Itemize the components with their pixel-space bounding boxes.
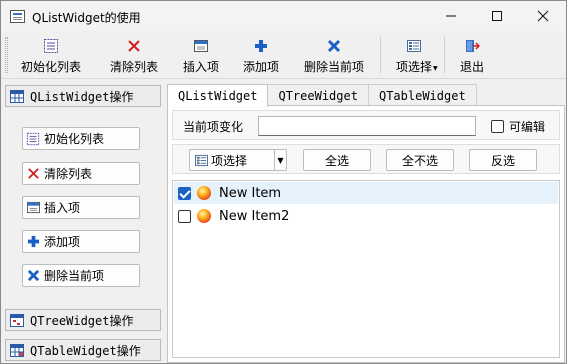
clear-list-button[interactable]: 清除列表 — [22, 162, 140, 185]
section-treewidget-label: QTreeWidget操作 — [30, 313, 134, 328]
listwidget-tab-pane: 当前项变化 可编辑 项选择 ▼ 全选 全不选 反选 New Item New I… — [167, 105, 565, 363]
toolbar-select-menu-button[interactable]: 项选择 ▼ — [387, 35, 441, 75]
close-icon — [537, 10, 549, 22]
list-widget[interactable]: New Item New Item2 — [172, 180, 560, 358]
clear-x-icon — [25, 166, 41, 182]
insert-item-label: 插入项 — [44, 201, 81, 215]
delete-item-label: 删除当前项 — [44, 269, 105, 283]
list-item-checkbox[interactable] — [178, 209, 191, 223]
select-icon — [193, 153, 209, 167]
close-button[interactable] — [520, 1, 566, 31]
tab-treewidget[interactable]: QTreeWidget — [267, 84, 369, 106]
current-change-group: 当前项变化 可编辑 — [172, 110, 560, 140]
delete-item-button[interactable]: 删除当前项 — [22, 264, 140, 287]
section-tablewidget-header[interactable]: QTableWidget操作 — [5, 339, 161, 361]
table-grid-icon — [9, 343, 25, 357]
selection-toolbar: 项选择 ▼ 全选 全不选 反选 — [172, 144, 560, 174]
invert-selection-button[interactable]: 反选 — [469, 149, 537, 171]
toolbar-grip[interactable] — [5, 37, 8, 73]
add-plus-icon — [25, 234, 41, 250]
select-none-button[interactable]: 全不选 — [386, 149, 454, 171]
current-change-input[interactable] — [258, 116, 476, 136]
delete-x-icon — [25, 268, 41, 284]
list-item-text: New Item2 — [219, 208, 290, 224]
toolbar-init-list-button[interactable]: 初始化列表 — [14, 35, 88, 75]
add-item-label: 添加项 — [44, 235, 81, 249]
tab-bar: QListWidget QTreeWidget QTableWidget — [167, 84, 477, 107]
clear-x-icon — [127, 37, 141, 55]
select-dropdown-button[interactable]: 项选择 ▼ — [189, 149, 287, 171]
editable-checkbox-label: 可编辑 — [509, 120, 546, 134]
list-item[interactable]: New Item2 — [174, 205, 558, 227]
add-plus-icon — [254, 37, 268, 55]
section-listwidget-label: QListWidget操作 — [30, 89, 134, 104]
main-toolbar: 初始化列表 清除列表 插入项 添加项 删除当前项 项选择 ▼ 退出 — [1, 31, 566, 79]
title-bar: QListWidget的使用 — [1, 1, 566, 31]
section-treewidget-header[interactable]: QTreeWidget操作 — [5, 309, 161, 331]
exit-icon — [464, 37, 480, 55]
toolbar-add-item-button[interactable]: 添加项 — [235, 35, 287, 75]
window-title: QListWidget的使用 — [32, 11, 141, 25]
select-all-button[interactable]: 全选 — [303, 149, 371, 171]
item-ball-icon — [197, 209, 211, 223]
list-item[interactable]: New Item — [174, 182, 558, 204]
section-listwidget-header[interactable]: QListWidget操作 — [5, 85, 161, 107]
chevron-down-icon[interactable]: ▼ — [274, 150, 286, 170]
toolbar-select-menu-label: 项选择 — [395, 60, 432, 74]
toolbar-separator — [380, 37, 381, 73]
item-ball-icon — [197, 186, 211, 200]
toolbar-init-list-label: 初始化列表 — [20, 60, 81, 74]
toolbar-exit-button[interactable]: 退出 — [451, 35, 493, 75]
select-dropdown-label: 项选择 — [211, 153, 248, 168]
main-window: QListWidget的使用 初始化列表 清除列表 插入项 添加项 删除当前项 … — [0, 0, 567, 364]
toolbox-panel: QListWidget操作 初始化列表 清除列表 插入项 添加项 删除当前项 Q… — [2, 81, 164, 364]
toolbar-delete-item-label: 删除当前项 — [303, 60, 364, 74]
list-item-checkbox[interactable] — [178, 186, 191, 200]
app-window-icon — [10, 10, 25, 23]
init-list-label: 初始化列表 — [44, 132, 105, 146]
grid-icon — [9, 89, 25, 103]
section-tablewidget-label: QTableWidget操作 — [30, 343, 141, 358]
list-init-icon — [43, 37, 59, 55]
list-init-icon — [25, 131, 41, 147]
editable-checkbox[interactable]: 可编辑 — [491, 118, 545, 135]
toolbar-insert-item-button[interactable]: 插入项 — [175, 35, 227, 75]
toolbar-clear-list-button[interactable]: 清除列表 — [101, 35, 167, 75]
clear-list-label: 清除列表 — [44, 167, 93, 181]
minimize-icon — [446, 15, 456, 17]
chevron-down-icon: ▼ — [433, 65, 438, 72]
tab-listwidget[interactable]: QListWidget — [167, 84, 269, 107]
insert-item-button[interactable]: 插入项 — [22, 196, 140, 219]
toolbar-add-item-label: 添加项 — [242, 60, 279, 74]
minimize-button[interactable] — [428, 1, 474, 31]
toolbar-clear-list-label: 清除列表 — [109, 60, 158, 74]
add-item-button[interactable]: 添加项 — [22, 230, 140, 253]
insert-icon — [193, 37, 209, 55]
list-item-text: New Item — [219, 185, 282, 201]
current-change-label: 当前项变化 — [183, 120, 244, 134]
insert-icon — [25, 200, 41, 216]
maximize-icon — [492, 11, 502, 21]
toolbar-exit-label: 退出 — [459, 60, 484, 74]
maximize-button[interactable] — [474, 1, 520, 31]
select-icon — [406, 37, 422, 55]
editable-checkbox-box[interactable] — [491, 120, 504, 133]
toolbar-delete-item-button[interactable]: 删除当前项 — [295, 35, 373, 75]
toolbar-separator — [444, 37, 445, 73]
tab-tablewidget[interactable]: QTableWidget — [367, 84, 477, 106]
delete-x-icon — [327, 37, 341, 55]
tree-grid-icon — [9, 313, 25, 327]
init-list-button[interactable]: 初始化列表 — [22, 127, 140, 150]
toolbar-insert-item-label: 插入项 — [182, 60, 219, 74]
